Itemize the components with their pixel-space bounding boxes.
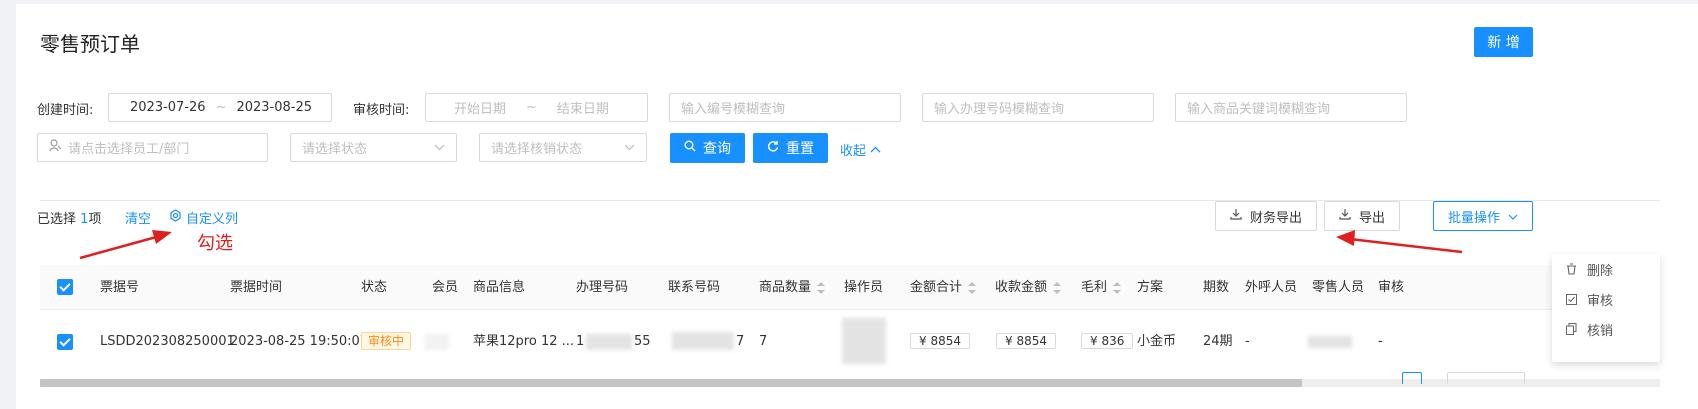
arrow-to-custom-columns [79,230,172,260]
pagination-current-page[interactable] [1402,372,1422,384]
annotation-arrows [79,230,1463,260]
arrow-to-batch-menu [1336,230,1463,254]
page-size-select[interactable] [1447,372,1525,384]
annotation-label: 勾选 [197,233,233,254]
